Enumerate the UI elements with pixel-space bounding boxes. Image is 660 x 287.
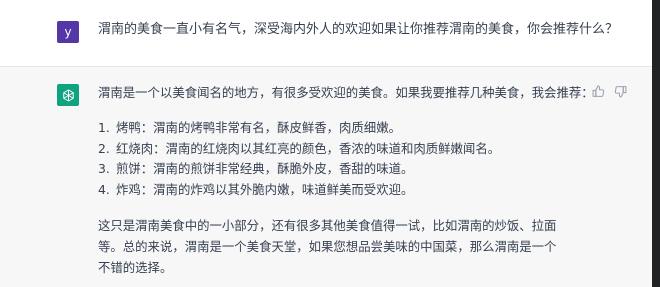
list-item-number: 4.: [98, 181, 110, 197]
list-item: 3. 煎饼：渭南的煎饼非常经典，酥脆外皮，香甜的味道。: [98, 159, 568, 180]
thumbs-down-icon: [614, 85, 626, 97]
list-item-text: 煎饼：渭南的煎饼非常经典，酥脆外皮，香甜的味道。: [116, 161, 414, 176]
user-message-row: y 渭南的美食一直小有名气，深受海内外人的欢迎如果让你推荐渭南的美食，你会推荐什…: [0, 0, 660, 67]
openai-logo-icon: [57, 84, 79, 106]
list-item-number: 2.: [98, 140, 110, 156]
list-item: 4. 炸鸡：渭南的炸鸡以其外脆内嫩，味道鲜美而受欢迎。: [98, 180, 568, 201]
user-message-text: 渭南的美食一直小有名气，深受海内外人的欢迎如果让你推荐渭南的美食，你会推荐什么？: [98, 22, 619, 37]
list-item: 1. 烤鸭：渭南的烤鸭非常有名，酥皮鲜香，肉质细嫩。: [98, 118, 568, 139]
user-avatar: y: [57, 21, 79, 43]
thumbs-down-button[interactable]: [611, 82, 629, 100]
recommendation-list: 1. 烤鸭：渭南的烤鸭非常有名，酥皮鲜香，肉质细嫩。 2. 红烧肉：渭南的红烧肉…: [98, 118, 568, 200]
assistant-intro: 渭南是一个以美食闻名的地方，有很多受欢迎的美食。如果我要推荐几种美食，我会推荐：: [98, 85, 594, 100]
assistant-message-content: 渭南是一个以美食闻名的地方，有很多受欢迎的美食。如果我要推荐几种美食，我会推荐：…: [98, 83, 594, 278]
list-item-number: 3.: [98, 161, 110, 176]
list-item-text: 炸鸡：渭南的炸鸡以其外脆内嫩，味道鲜美而受欢迎。: [116, 181, 414, 197]
thumbs-up-icon: [592, 85, 604, 97]
list-item-text: 烤鸭：渭南的烤鸭非常有名，酥皮鲜香，肉质细嫩。: [116, 120, 401, 135]
assistant-outro: 这只是渭南美食中的一小部分，还有很多其他美食值得一试，比如渭南的炒饭、拉面等。总…: [98, 218, 557, 275]
list-item-text: 红烧肉：渭南的红烧肉以其红亮的颜色，香浓的味道和肉质鲜嫩闻名。: [116, 140, 501, 156]
chat-frame: y 渭南的美食一直小有名气，深受海内外人的欢迎如果让你推荐渭南的美食，你会推荐什…: [0, 0, 660, 287]
list-item-number: 1.: [98, 120, 110, 135]
assistant-message-row: 渭南是一个以美食闻名的地方，有很多受欢迎的美食。如果我要推荐几种美食，我会推荐：…: [0, 67, 660, 287]
list-item: 2. 红烧肉：渭南的红烧肉以其红亮的颜色，香浓的味道和肉质鲜嫩闻名。: [98, 139, 568, 160]
window-edge: [652, 0, 660, 287]
thumbs-up-button[interactable]: [589, 82, 607, 100]
